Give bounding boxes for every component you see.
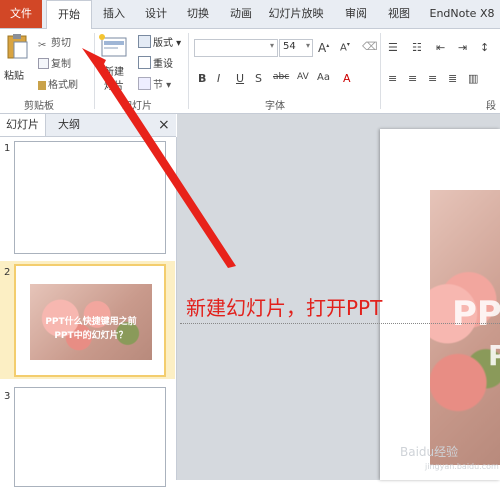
close-icon[interactable]: × bbox=[152, 114, 176, 136]
increase-indent-icon[interactable]: ⇥ bbox=[458, 41, 467, 54]
slide-number: 3 bbox=[4, 391, 11, 402]
italic-icon[interactable]: I bbox=[217, 72, 220, 85]
ribbon-tab-bar: 文件 开始 插入 设计 切换 动画 幻灯片放映 审阅 视图 EndNote X8 bbox=[0, 0, 500, 30]
strikethrough-icon[interactable]: abc bbox=[273, 72, 289, 82]
copy-button[interactable]: 复制 bbox=[38, 55, 71, 70]
paragraph-group-label: 段 bbox=[486, 101, 496, 112]
thumb-title-line2: PPT中的幻灯片？ bbox=[54, 331, 128, 341]
align-right-icon[interactable]: ≡ bbox=[428, 72, 437, 85]
tab-outline[interactable]: 大纲 bbox=[52, 114, 86, 136]
thumb-title-line1: PPT什么快捷键用之前 bbox=[45, 317, 137, 327]
current-slide-canvas[interactable]: PPT P bbox=[380, 129, 500, 480]
numbering-icon[interactable]: ☷ bbox=[412, 41, 422, 54]
line-spacing-icon[interactable]: ↕ bbox=[480, 41, 489, 54]
group-divider bbox=[188, 33, 189, 109]
slide-thumbnail-1[interactable] bbox=[14, 141, 166, 254]
slide-thumbnail-2[interactable]: PPT什么快捷键用之前 PPT中的幻灯片？ bbox=[14, 264, 166, 377]
reset-button[interactable]: 重设 bbox=[138, 55, 173, 70]
font-group-label: 字体 bbox=[265, 101, 285, 112]
bullets-icon[interactable]: ☰ bbox=[388, 41, 398, 54]
tab-insert[interactable]: 插入 bbox=[98, 0, 130, 28]
watermark-url: jingyan.baidu.com bbox=[425, 462, 499, 471]
new-slide-icon bbox=[99, 34, 127, 57]
reset-icon bbox=[138, 56, 151, 69]
paste-icon bbox=[7, 34, 28, 59]
font-name-combo[interactable]: ▾ bbox=[194, 39, 278, 57]
font-color-icon[interactable]: A bbox=[343, 72, 351, 85]
font-size-value: 54 bbox=[283, 41, 296, 52]
clipboard-group-label: 剪贴板 bbox=[24, 101, 54, 112]
change-case-icon[interactable]: Aa bbox=[317, 72, 330, 83]
slide-title-text: PPT bbox=[452, 294, 500, 334]
char-spacing-icon[interactable]: AV bbox=[297, 72, 309, 82]
ribbon-home: 粘贴 ✂ 剪切 复制 格式刷 剪贴板 新建 灯片 版式 ▾ 重设 节 ▾ 幻灯片 … bbox=[0, 29, 500, 114]
section-icon bbox=[138, 77, 151, 90]
slide-number: 2 bbox=[4, 267, 11, 278]
slide-number: 1 bbox=[4, 143, 11, 154]
annotation-text: 新建幻灯片，打开PPT bbox=[186, 296, 383, 320]
columns-icon[interactable]: ▥ bbox=[468, 72, 478, 85]
watermark: Baidu经验 bbox=[400, 445, 459, 459]
section-button[interactable]: 节 ▾ bbox=[138, 76, 171, 91]
layout-icon bbox=[138, 35, 151, 48]
tab-home[interactable]: 开始 bbox=[46, 0, 92, 30]
new-slide-button[interactable]: 新建 灯片 bbox=[98, 33, 130, 95]
paste-label: 粘贴 bbox=[4, 71, 24, 82]
tab-slideshow[interactable]: 幻灯片放映 bbox=[262, 0, 330, 28]
align-left-icon[interactable]: ≡ bbox=[388, 72, 397, 85]
format-painter-button[interactable]: 格式刷 bbox=[38, 76, 78, 91]
dropdown-arrow-icon: ▾ bbox=[269, 41, 274, 50]
slide-title-text-2: P bbox=[488, 339, 500, 372]
tab-endnote[interactable]: EndNote X8 bbox=[426, 0, 498, 28]
underline-icon[interactable]: U bbox=[236, 72, 244, 85]
new-slide-label-2: 灯片 bbox=[104, 81, 124, 92]
tab-transitions[interactable]: 切换 bbox=[182, 0, 214, 28]
slide-thumbnail-pane: 1 2 PPT什么快捷键用之前 PPT中的幻灯片？ 3 bbox=[0, 137, 177, 487]
tab-review[interactable]: 审阅 bbox=[340, 0, 372, 28]
group-divider bbox=[380, 33, 381, 109]
tab-design[interactable]: 设计 bbox=[140, 0, 172, 28]
copy-icon bbox=[38, 58, 49, 69]
slide-thumbnail-3[interactable] bbox=[14, 387, 166, 487]
tab-file[interactable]: 文件 bbox=[0, 0, 42, 28]
tab-slides[interactable]: 幻灯片 bbox=[0, 114, 46, 136]
justify-icon[interactable]: ≣ bbox=[448, 72, 457, 85]
cut-button[interactable]: ✂ 剪切 bbox=[38, 34, 71, 51]
scissors-icon: ✂ bbox=[38, 40, 47, 51]
dropdown-arrow-icon: ▾ bbox=[305, 41, 310, 50]
decrease-indent-icon[interactable]: ⇤ bbox=[436, 41, 445, 54]
tab-view[interactable]: 视图 bbox=[383, 0, 415, 28]
new-slide-label-1: 新建 bbox=[104, 67, 124, 78]
paste-button[interactable]: 粘贴 bbox=[4, 33, 30, 93]
slide-pane-tabs: 幻灯片 大纲 × bbox=[0, 114, 176, 137]
grow-font-icon[interactable]: A▴ bbox=[318, 41, 329, 55]
bold-icon[interactable]: B bbox=[198, 72, 206, 85]
group-divider bbox=[94, 33, 95, 109]
font-size-combo[interactable]: 54 ▾ bbox=[279, 39, 313, 57]
clear-format-icon[interactable]: ⌫ bbox=[362, 40, 378, 53]
slides-group-label: 幻灯片 bbox=[122, 101, 152, 112]
tab-animations[interactable]: 动画 bbox=[225, 0, 257, 28]
shrink-font-icon[interactable]: A▾ bbox=[340, 41, 350, 53]
layout-button[interactable]: 版式 ▾ bbox=[138, 34, 181, 49]
placeholder-border bbox=[180, 323, 500, 324]
shadow-icon[interactable]: S bbox=[255, 72, 262, 85]
align-center-icon[interactable]: ≡ bbox=[408, 72, 417, 85]
brush-icon bbox=[38, 81, 46, 90]
